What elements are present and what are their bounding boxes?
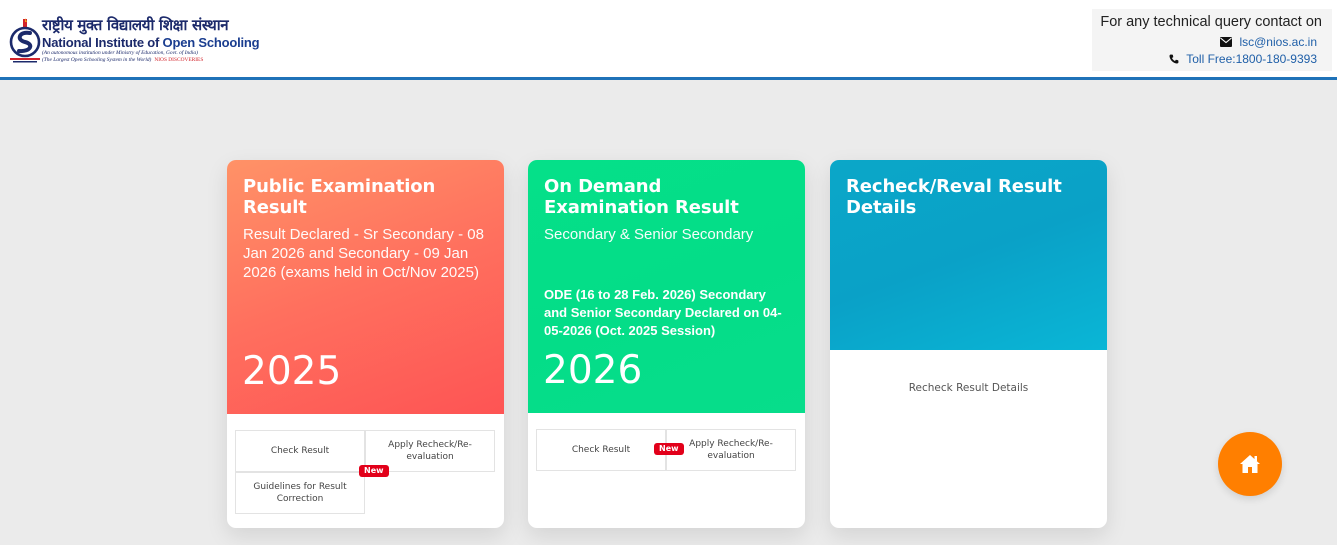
logo-tagline-1: (An autonomous institution under Ministr… [42, 50, 198, 56]
card-header: Public Examination Result Result Declare… [227, 160, 504, 414]
card-subtitle: Secondary & Senior Secondary [544, 226, 754, 243]
logo-tagline-2-text: (The Largest Open Schooling System in th… [42, 57, 152, 63]
logo-english-highlight: Open Schooling [162, 35, 260, 50]
home-button[interactable] [1218, 432, 1282, 496]
recheck-result-details-link[interactable]: Recheck Result Details [830, 382, 1107, 394]
contact-email[interactable]: lsc@nios.ac.in [1239, 35, 1317, 49]
logo-english-prefix: National Institute of [42, 35, 163, 50]
recheck-reval-result-card: Recheck/Reval Result Details Recheck Res… [830, 160, 1107, 528]
phone-icon [1169, 54, 1179, 64]
card-title: Recheck/Reval Result Details [846, 176, 1062, 218]
card-title: On Demand Examination Result [544, 176, 739, 218]
logo-tagline-2: (The Largest Open Schooling System in th… [42, 57, 259, 64]
contact-phone[interactable]: Toll Free:1800-180-9393 [1186, 52, 1317, 66]
new-badge: New [359, 465, 389, 477]
check-result-button[interactable]: Check Result [536, 429, 666, 471]
contact-box: For any technical query contact on lsc@n… [1092, 9, 1332, 71]
apply-recheck-button[interactable]: Apply Recheck/Re-evaluation [666, 429, 796, 471]
card-year: 2025 [242, 349, 342, 394]
logo-text[interactable]: राष्ट्रीय मुक्त विद्यालयी शिक्षा संस्थान… [42, 16, 260, 64]
card-header: On Demand Examination Result Secondary &… [528, 160, 805, 413]
contact-phone-line[interactable]: Toll Free:1800-180-9393 [1169, 52, 1317, 66]
contact-email-line[interactable]: lsc@nios.ac.in [1220, 35, 1317, 49]
card-note: ODE (16 to 28 Feb. 2026) Secondary and S… [544, 287, 782, 338]
card-title: Public Examination Result [243, 176, 436, 218]
guidelines-result-correction-button[interactable]: Guidelines for Result Correction [235, 472, 365, 514]
card-year: 2026 [543, 348, 643, 393]
on-demand-exam-result-card: On Demand Examination Result Secondary &… [528, 160, 805, 528]
new-badge: New [654, 443, 684, 455]
envelope-icon [1220, 37, 1233, 47]
card-header: Recheck/Reval Result Details [830, 160, 1107, 350]
contact-title: For any technical query contact on [1100, 14, 1322, 30]
home-icon [1240, 455, 1260, 473]
logo-tagline-red: NIOS DISCOVERIES [154, 57, 204, 63]
logo-hindi-name: राष्ट्रीय मुक्त विद्यालयी शिक्षा संस्थान [42, 16, 229, 34]
site-header: राष्ट्रीय मुक्त विद्यालयी शिक्षा संस्थान… [0, 0, 1337, 80]
card-subtitle: Result Declared - Sr Secondary - 08 Jan … [243, 226, 484, 281]
check-result-button[interactable]: Check Result [235, 430, 365, 472]
public-exam-result-card: Public Examination Result Result Declare… [227, 160, 504, 528]
logo-english-name: National Institute of Open Schooling [42, 35, 260, 50]
nios-emblem-icon[interactable] [9, 18, 41, 64]
